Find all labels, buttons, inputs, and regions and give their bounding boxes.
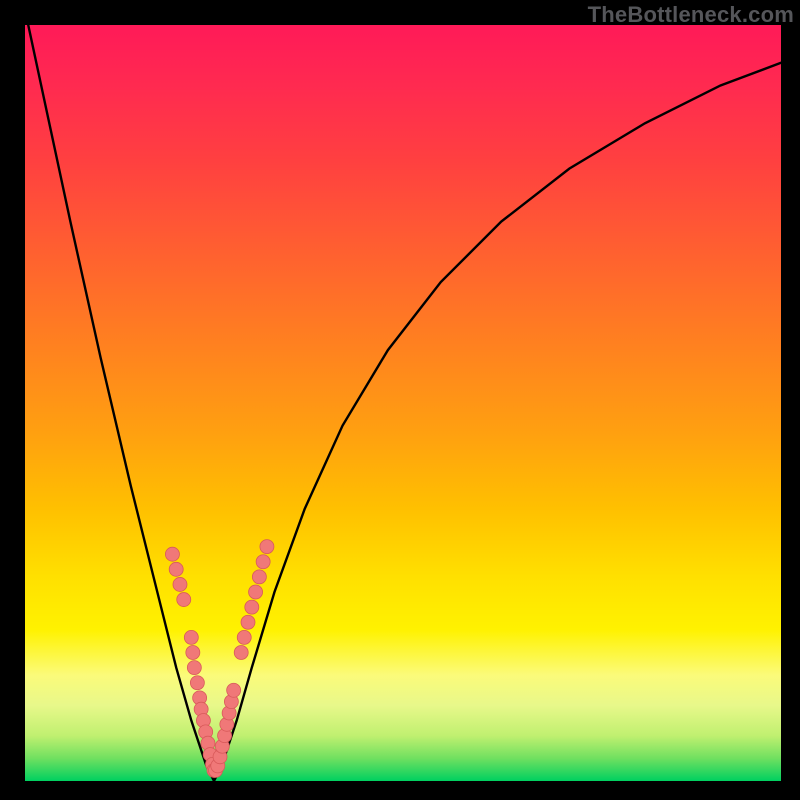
watermark-text: TheBottleneck.com [588, 2, 794, 28]
bottleneck-curve [25, 10, 781, 781]
bottleneck-curve-svg [25, 25, 781, 781]
curve-marker [173, 577, 187, 591]
curve-markers [165, 540, 273, 778]
curve-marker [252, 570, 266, 584]
curve-marker [186, 645, 200, 659]
curve-marker [177, 593, 191, 607]
curve-marker [260, 540, 274, 554]
curve-marker [184, 630, 198, 644]
curve-marker [234, 645, 248, 659]
curve-marker [237, 630, 251, 644]
curve-marker [165, 547, 179, 561]
curve-marker [249, 585, 263, 599]
curve-marker [256, 555, 270, 569]
chart-frame: TheBottleneck.com [0, 0, 800, 800]
curve-marker [187, 661, 201, 675]
curve-marker [169, 562, 183, 576]
curve-marker [190, 676, 204, 690]
plot-area [25, 25, 781, 781]
curve-marker [227, 683, 241, 697]
curve-marker [241, 615, 255, 629]
curve-marker [245, 600, 259, 614]
